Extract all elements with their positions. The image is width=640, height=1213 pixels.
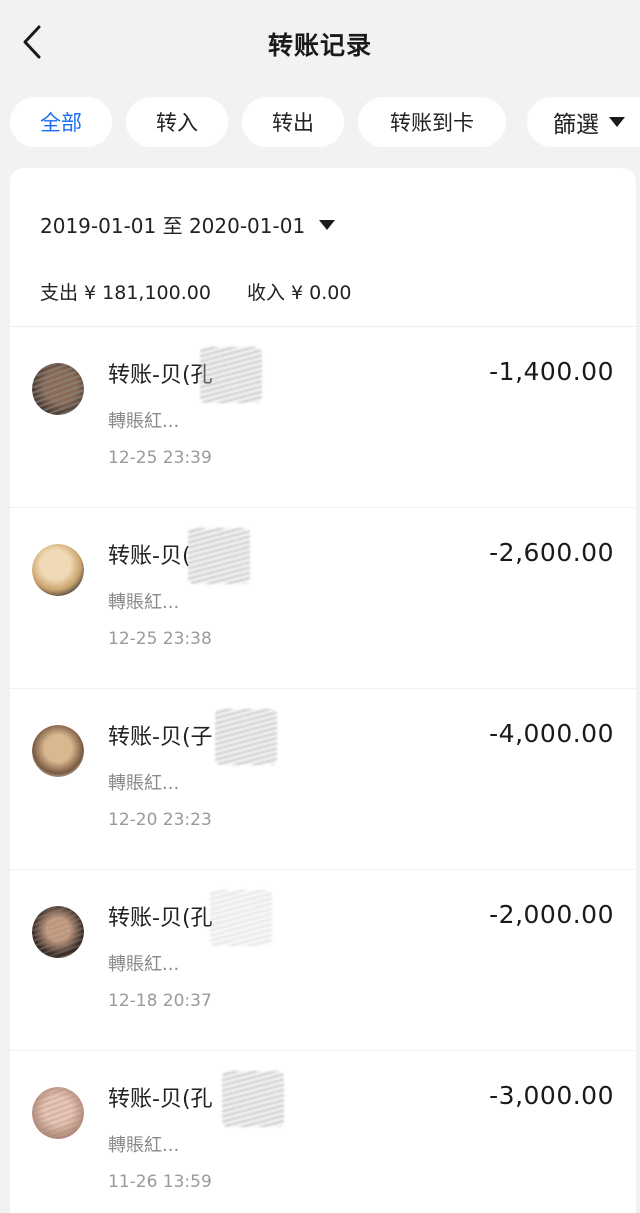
redaction (210, 890, 272, 946)
redaction (222, 1071, 284, 1127)
triangle-down-icon (609, 117, 625, 127)
avatar (32, 906, 84, 958)
records-card: 2019-01-01 至 2020-01-01 支出 ¥ 181,100.00 … (10, 168, 636, 1213)
filter-label: 篩選 (553, 112, 599, 138)
transaction-memo: 轉賬紅... (108, 954, 180, 975)
transaction-amount: -2,600.00 (489, 538, 614, 567)
redaction (188, 528, 250, 584)
summary: 支出 ¥ 181,100.00 收入 ¥ 0.00 (40, 278, 351, 305)
expense-total: 支出 ¥ 181,100.00 (40, 282, 211, 304)
avatar (32, 725, 84, 777)
transaction-name: 转账-贝(子 (108, 725, 213, 750)
transaction-time: 11-26 13:59 (108, 1172, 212, 1192)
top-bar: 转账记录 (0, 0, 640, 88)
tab-all[interactable]: 全部 (10, 97, 112, 147)
transaction-time: 12-20 23:23 (108, 810, 212, 830)
tab-transfer-to-card[interactable]: 转账到卡 (358, 97, 506, 147)
transaction-time: 12-18 20:37 (108, 991, 212, 1011)
transaction-amount: -1,400.00 (489, 357, 614, 386)
transaction-row[interactable]: 转账-贝( 轉賬紅... 12-25 23:38 -2,600.00 (10, 508, 636, 689)
tab-transfer-out[interactable]: 转出 (242, 97, 344, 147)
transaction-row[interactable]: 转账-贝(子 轉賬紅... 12-20 23:23 -4,000.00 (10, 689, 636, 870)
date-range-selector[interactable]: 2019-01-01 至 2020-01-01 (40, 210, 336, 239)
avatar (32, 544, 84, 596)
transaction-amount: -3,000.00 (489, 1081, 614, 1110)
filter-button[interactable]: 篩選 (527, 97, 640, 147)
transaction-name: 转账-贝(孔 (108, 906, 213, 931)
transaction-name: 转账-贝( (108, 544, 191, 569)
transaction-memo: 轉賬紅... (108, 592, 180, 613)
transaction-list: 转账-贝(孔 轉賬紅... 12-25 23:39 -1,400.00 转账-贝… (10, 327, 636, 1213)
transaction-amount: -2,000.00 (489, 900, 614, 929)
transaction-name: 转账-贝(孔 (108, 363, 213, 388)
transaction-memo: 轉賬紅... (108, 773, 180, 794)
redaction (215, 709, 277, 765)
redaction (200, 347, 262, 403)
transaction-name: 转账-贝(孔 (108, 1087, 213, 1112)
transaction-memo: 轉賬紅... (108, 411, 180, 432)
transaction-amount: -4,000.00 (489, 719, 614, 748)
income-total: 收入 ¥ 0.00 (246, 282, 352, 304)
transaction-row[interactable]: 转账-贝(孔 轉賬紅... 12-18 20:37 -2,000.00 (10, 870, 636, 1051)
avatar (32, 363, 84, 415)
transaction-time: 12-25 23:39 (108, 448, 212, 468)
page-title: 转账记录 (267, 31, 372, 60)
transaction-row[interactable]: 转账-贝(孔 轉賬紅... 12-25 23:39 -1,400.00 (10, 327, 636, 508)
triangle-down-icon (319, 219, 336, 230)
transaction-memo: 轉賬紅... (108, 1135, 180, 1156)
tab-transfer-in[interactable]: 转入 (126, 97, 228, 147)
date-range-label: 2019-01-01 至 2020-01-01 (40, 214, 306, 238)
transaction-time: 12-25 23:38 (108, 629, 212, 649)
avatar (32, 1087, 84, 1139)
transaction-row[interactable]: 转账-贝(孔 轉賬紅... 11-26 13:59 -3,000.00 (10, 1051, 636, 1213)
